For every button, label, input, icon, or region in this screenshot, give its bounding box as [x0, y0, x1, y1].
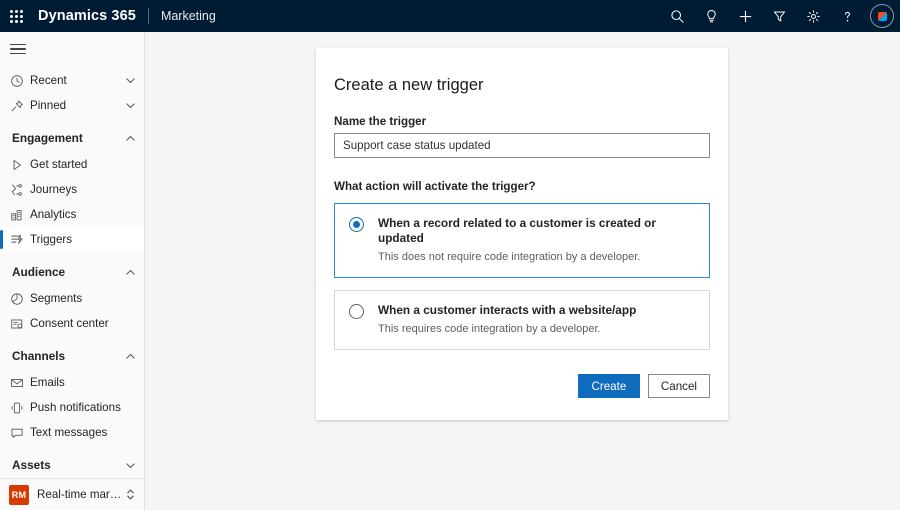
- analytics-icon: [10, 207, 30, 223]
- name-field-label: Name the trigger: [334, 115, 710, 128]
- topbar-actions: [660, 0, 900, 32]
- dialog-actions: Create Cancel: [334, 374, 710, 398]
- option-customer-interacts[interactable]: When a customer interacts with a website…: [334, 290, 710, 350]
- mail-icon: [10, 375, 30, 391]
- chevron-up-icon[interactable]: [125, 351, 136, 362]
- option-text: When a customer interacts with a website…: [378, 303, 636, 336]
- option-title: When a record related to a customer is c…: [378, 216, 695, 246]
- action-question-label: What action will activate the trigger?: [334, 180, 710, 193]
- trigger-name-input[interactable]: [334, 133, 710, 158]
- settings-button[interactable]: [796, 0, 830, 32]
- up-down-chevron-icon[interactable]: [125, 488, 136, 501]
- sidebar-item-label: Get started: [30, 158, 87, 171]
- app-launcher-button[interactable]: [0, 0, 32, 32]
- option-subtitle: This requires code integration by a deve…: [378, 322, 636, 336]
- sidebar-group-label: Channels: [12, 349, 65, 363]
- question-icon: [840, 9, 855, 24]
- sidebar-item-emails[interactable]: Emails: [0, 370, 144, 395]
- sidebar-item-segments[interactable]: Segments: [0, 286, 144, 311]
- option-text: When a record related to a customer is c…: [378, 216, 695, 264]
- sidebar-item-label: Consent center: [30, 317, 109, 330]
- sidebar-group-channels[interactable]: Channels: [0, 342, 144, 370]
- chevron-up-icon[interactable]: [125, 267, 136, 278]
- chat-icon: [10, 425, 30, 441]
- filter-icon: [772, 9, 787, 24]
- new-button[interactable]: [728, 0, 762, 32]
- sidebar-item-label: Journeys: [30, 183, 77, 196]
- chevron-down-icon[interactable]: [125, 100, 136, 111]
- sidebar-navigation: Recent Pinned Engagement: [0, 32, 145, 510]
- app-switcher-label: Real-time marketi...: [37, 488, 122, 501]
- app-name-label: Marketing: [161, 9, 216, 23]
- sidebar-items: Recent Pinned Engagement: [0, 66, 144, 478]
- radio-button-customer-interacts[interactable]: [349, 304, 364, 319]
- radio-dot: [353, 308, 360, 315]
- sidebar-item-label: Pinned: [30, 99, 66, 112]
- search-icon: [670, 9, 685, 24]
- main-content-area: Create a new trigger Name the trigger Wh…: [145, 32, 900, 510]
- help-button[interactable]: [830, 0, 864, 32]
- brand-divider: [148, 8, 149, 24]
- chevron-down-icon[interactable]: [125, 460, 136, 471]
- sidebar-group-engagement[interactable]: Engagement: [0, 124, 144, 152]
- avatar: [870, 4, 894, 28]
- user-avatar-button[interactable]: [864, 0, 900, 32]
- chevron-down-icon[interactable]: [125, 75, 136, 86]
- avatar-image: [878, 12, 887, 21]
- sidebar-item-journeys[interactable]: Journeys: [0, 177, 144, 202]
- sidebar-item-text-messages[interactable]: Text messages: [0, 420, 144, 445]
- sidebar-group-assets[interactable]: Assets: [0, 451, 144, 478]
- sidebar-group-label: Assets: [12, 458, 51, 472]
- app-switcher[interactable]: RM Real-time marketi...: [0, 478, 144, 510]
- waffle-icon: [10, 10, 23, 23]
- sidebar-item-consent-center[interactable]: Consent center: [0, 311, 144, 336]
- top-navigation-bar: Dynamics 365 Marketing: [0, 0, 900, 32]
- dialog-title: Create a new trigger: [334, 76, 710, 95]
- brand-title: Dynamics 365: [38, 8, 136, 24]
- sidebar-item-push-notifications[interactable]: Push notifications: [0, 395, 144, 420]
- app-badge: RM: [9, 485, 29, 505]
- sidebar-item-label: Push notifications: [30, 401, 121, 414]
- phone-icon: [10, 400, 30, 416]
- cancel-button[interactable]: Cancel: [648, 374, 710, 398]
- sidebar-item-label: Emails: [30, 376, 65, 389]
- consent-icon: [10, 316, 30, 332]
- lightbulb-icon: [704, 9, 719, 24]
- filter-button[interactable]: [762, 0, 796, 32]
- option-subtitle: This does not require code integration b…: [378, 250, 695, 264]
- sidebar-item-label: Analytics: [30, 208, 76, 221]
- search-button[interactable]: [660, 0, 694, 32]
- site-map-toggle-button[interactable]: [0, 32, 144, 66]
- plus-icon: [738, 9, 753, 24]
- radio-button-record-related[interactable]: [349, 217, 364, 232]
- insights-button[interactable]: [694, 0, 728, 32]
- sidebar-item-label: Segments: [30, 292, 82, 305]
- sidebar-item-recent[interactable]: Recent: [0, 68, 144, 93]
- sidebar-item-get-started[interactable]: Get started: [0, 152, 144, 177]
- segments-icon: [10, 291, 30, 307]
- journeys-icon: [10, 182, 30, 198]
- chevron-up-icon[interactable]: [125, 133, 136, 144]
- option-record-related[interactable]: When a record related to a customer is c…: [334, 203, 710, 278]
- create-trigger-dialog: Create a new trigger Name the trigger Wh…: [316, 48, 728, 420]
- radio-dot: [353, 221, 360, 228]
- play-icon: [10, 157, 30, 173]
- sidebar-item-label: Recent: [30, 74, 67, 87]
- sidebar-group-label: Audience: [12, 265, 65, 279]
- sidebar-group-audience[interactable]: Audience: [0, 258, 144, 286]
- option-title: When a customer interacts with a website…: [378, 303, 636, 318]
- sidebar-item-label: Triggers: [30, 233, 72, 246]
- sidebar-item-triggers[interactable]: Triggers: [0, 227, 144, 252]
- triggers-icon: [10, 232, 30, 248]
- sidebar-item-pinned[interactable]: Pinned: [0, 93, 144, 118]
- sidebar-item-analytics[interactable]: Analytics: [0, 202, 144, 227]
- create-button[interactable]: Create: [578, 374, 640, 398]
- sidebar-group-label: Engagement: [12, 131, 83, 145]
- clock-icon: [10, 73, 30, 89]
- sidebar-item-label: Text messages: [30, 426, 107, 439]
- pin-icon: [10, 98, 30, 114]
- hamburger-icon: [10, 44, 26, 55]
- gear-icon: [806, 9, 821, 24]
